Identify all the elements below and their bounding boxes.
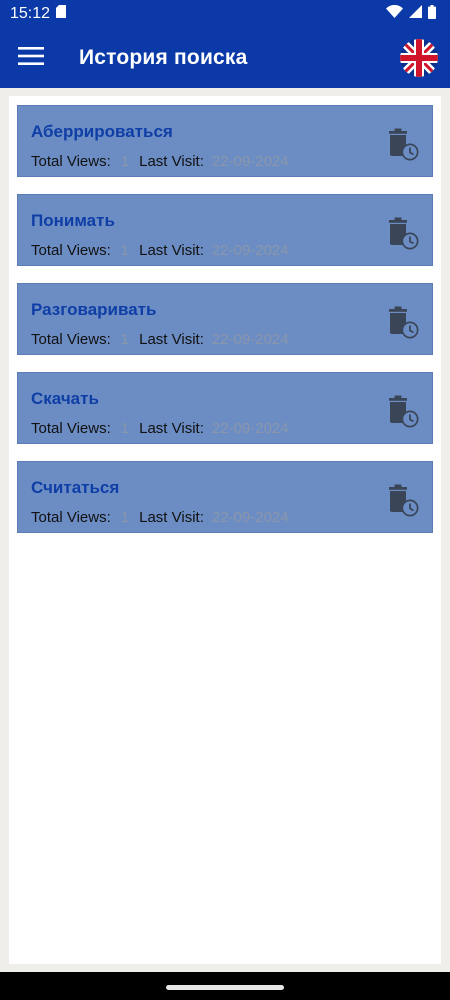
- last-visit-value: 22-09-2024: [211, 153, 289, 170]
- delete-history-button[interactable]: [386, 395, 420, 429]
- status-time: 15:12: [10, 5, 51, 22]
- delete-history-button[interactable]: [386, 306, 420, 340]
- hamburger-menu-icon: [18, 46, 44, 71]
- last-visit-label: Last Visit:: [139, 509, 204, 526]
- last-visit-value: 22-09-2024: [211, 420, 289, 437]
- history-item-meta: Total Views: 1 Last Visit: 22-09-2024: [31, 242, 289, 259]
- menu-button[interactable]: [0, 28, 62, 88]
- page-title: История поиска: [79, 46, 248, 69]
- last-visit-value: 22-09-2024: [211, 509, 289, 526]
- total-views-label: Total Views:: [31, 420, 111, 437]
- history-item-word: Считаться: [31, 478, 120, 497]
- history-item[interactable]: Скачать Total Views: 1 Last Visit: 22-09-20…: [17, 372, 433, 444]
- last-visit-label: Last Visit:: [139, 242, 204, 259]
- total-views-value: 1: [120, 509, 130, 526]
- wifi-icon: [386, 4, 403, 23]
- status-bar: 15:12: [0, 0, 450, 28]
- last-visit-label: Last Visit:: [139, 331, 204, 348]
- total-views-label: Total Views:: [31, 331, 111, 348]
- status-left: 15:12: [10, 5, 67, 23]
- total-views-label: Total Views:: [31, 153, 111, 170]
- total-views-label: Total Views:: [31, 509, 111, 526]
- delete-history-button[interactable]: [386, 128, 420, 162]
- home-gesture-handle[interactable]: [166, 985, 284, 990]
- signal-icon: [409, 5, 422, 23]
- history-item[interactable]: Аберрироваться Total Views: 1 Last Visit: 2…: [17, 105, 433, 177]
- delete-history-icon: [386, 306, 420, 344]
- last-visit-label: Last Visit:: [139, 420, 204, 437]
- total-views-value: 1: [120, 242, 130, 259]
- delete-history-icon: [386, 484, 420, 522]
- history-item-meta: Total Views: 1 Last Visit: 22-09-2024: [31, 509, 289, 526]
- sd-card-icon: [56, 5, 67, 23]
- delete-history-button[interactable]: [386, 484, 420, 518]
- battery-icon: [428, 4, 436, 24]
- total-views-label: Total Views:: [31, 242, 111, 259]
- last-visit-label: Last Visit:: [139, 153, 204, 170]
- history-item-word: Разговаривать: [31, 300, 157, 319]
- history-item-meta: Total Views: 1 Last Visit: 22-09-2024: [31, 420, 289, 437]
- history-item[interactable]: Понимать Total Views: 1 Last Visit: 22-09-2…: [17, 194, 433, 266]
- last-visit-value: 22-09-2024: [211, 242, 289, 259]
- delete-history-icon: [386, 128, 420, 166]
- total-views-value: 1: [120, 153, 130, 170]
- delete-history-icon: [386, 217, 420, 255]
- status-right: [386, 4, 436, 24]
- history-item-word: Аберрироваться: [31, 122, 173, 141]
- delete-history-icon: [386, 395, 420, 433]
- history-item-word: Скачать: [31, 389, 99, 408]
- last-visit-value: 22-09-2024: [211, 331, 289, 348]
- uk-flag-icon: [400, 39, 438, 77]
- total-views-value: 1: [120, 331, 130, 348]
- app-bar: История поиска: [0, 28, 450, 88]
- history-item[interactable]: Разговаривать Total Views: 1 Last Visit: 22…: [17, 283, 433, 355]
- history-item-meta: Total Views: 1 Last Visit: 22-09-2024: [31, 153, 289, 170]
- history-item-meta: Total Views: 1 Last Visit: 22-09-2024: [31, 331, 289, 348]
- delete-history-button[interactable]: [386, 217, 420, 251]
- history-item-word: Понимать: [31, 211, 115, 230]
- history-item[interactable]: Считаться Total Views: 1 Last Visit: 22-09-…: [17, 461, 433, 533]
- history-list: Аберрироваться Total Views: 1 Last Visit: 2…: [9, 96, 441, 964]
- total-views-value: 1: [120, 420, 130, 437]
- language-button[interactable]: [400, 39, 438, 77]
